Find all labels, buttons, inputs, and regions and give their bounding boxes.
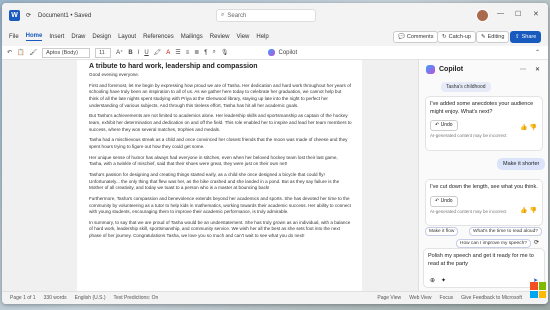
word-app-icon: W (9, 10, 20, 21)
paragraph: In summary, to say that we are proud of … (89, 219, 351, 239)
undo-button[interactable]: ↶ Undo (430, 195, 458, 207)
copilot-title: Copilot (439, 65, 464, 73)
comment-icon: 💬 (398, 34, 405, 40)
minimize-icon[interactable]: — (497, 10, 504, 17)
paragraph: But Tasha's achievements are not limited… (89, 113, 352, 132)
prompts-icon[interactable]: ✦ (441, 277, 446, 285)
bold-icon[interactable]: B (128, 50, 132, 56)
search-box[interactable]: ⌕ Search (216, 9, 316, 22)
share-button[interactable]: ⇪ Share (510, 31, 542, 43)
paragraph: Tasha's passion for designing and creati… (89, 171, 340, 191)
document-title[interactable]: Document1 • Saved (38, 13, 91, 19)
focus-button[interactable]: Focus (440, 295, 454, 301)
copilot-icon (268, 49, 276, 56)
title-bar: W ⟳ Document1 • Saved ⌕ Search — ☐ ✕ (2, 3, 548, 28)
refresh-icon[interactable]: ⟳ (534, 239, 539, 246)
feedback-button[interactable]: Give Feedback to Microsoft (461, 295, 522, 301)
format-painter-icon[interactable]: 🖌 (30, 49, 38, 56)
suggestion-read-aloud-time[interactable]: What's the time to read aloud? (469, 227, 542, 236)
paragraph: First and foremost, let me begin by expr… (89, 82, 351, 108)
copilot-pane: Copilot ⋯ ✕ Tasha's childhood I've added… (418, 60, 548, 291)
paragraph: Furthermore, Tasha's compassion and bene… (89, 195, 351, 215)
dictate-icon[interactable]: 🎙 (221, 49, 229, 56)
copilot-input[interactable]: Polish my speech and get it ready for me… (423, 248, 545, 288)
copilot-input-text: Polish my speech and get it ready for me… (428, 253, 534, 267)
copilot-message-card: I've added some anecdotes your audience … (425, 96, 543, 151)
microsoft-logo (530, 282, 546, 298)
find-icon[interactable]: ⌕ (212, 49, 215, 56)
tab-insert[interactable]: Insert (49, 34, 64, 40)
document-area: A tribute to hard work, leadership and c… (2, 60, 418, 291)
tab-layout[interactable]: Layout (118, 34, 136, 40)
user-message: Make it shorter (497, 158, 546, 170)
maximize-icon[interactable]: ☐ (515, 10, 521, 18)
comments-button[interactable]: 💬 Comments (393, 31, 439, 43)
word-count[interactable]: 330 words (44, 295, 67, 301)
catchup-button[interactable]: ↻ Catch-up (437, 31, 476, 43)
home-toolbar: ↶ 📋 🖌 Aptos (Body) 11 A⁺ B I U 🖍 A ☰ ≡ ≣… (2, 46, 548, 60)
attach-icon[interactable]: ⊕ (430, 277, 435, 285)
bullets-icon[interactable]: ☰ (175, 49, 180, 56)
status-bar: Page 1 of 1 330 words English (U.S.) Tex… (2, 291, 548, 304)
tab-home[interactable]: Home (25, 33, 43, 41)
tab-mailings[interactable]: Mailings (181, 34, 203, 40)
document-heading: A tribute to hard work, leadership and c… (89, 63, 258, 70)
italic-icon[interactable]: I (138, 50, 140, 56)
text-predictions[interactable]: Text Predictions: On (114, 295, 159, 301)
thumbs-icon[interactable]: 👍 👎 (520, 124, 537, 132)
web-view-button[interactable]: Web View (409, 295, 431, 301)
grow-font-icon[interactable]: A⁺ (116, 49, 123, 56)
more-icon[interactable]: ⋯ (520, 66, 526, 73)
share-icon: ⇪ (515, 34, 520, 40)
ribbon-tabs: File Home Insert Draw Design Layout Refe… (2, 28, 548, 46)
close-pane-icon[interactable]: ✕ (535, 66, 540, 73)
search-placeholder: Search (227, 12, 247, 19)
document-page[interactable]: A tribute to hard work, leadership and c… (77, 60, 362, 291)
tab-references[interactable]: References (143, 34, 174, 40)
ribbon-collapse-icon[interactable]: ⌃ (535, 49, 540, 56)
word-window: W ⟳ Document1 • Saved ⌕ Search — ☐ ✕ Fil… (2, 3, 548, 304)
language[interactable]: English (U.S.) (75, 295, 106, 301)
paragraph: Tasha had a mischievous streak as a chil… (89, 137, 348, 149)
copilot-message-card: I've cut down the length, see what you t… (425, 179, 543, 226)
pencil-icon: ✎ (481, 34, 486, 40)
copilot-icon (426, 64, 435, 74)
undo-icon[interactable]: ↶ (7, 49, 12, 56)
avatar[interactable] (476, 9, 489, 22)
close-icon[interactable]: ✕ (533, 10, 539, 18)
highlight-icon[interactable]: 🖍 (154, 49, 162, 56)
suggestion-make-it-flow[interactable]: Make it flow (425, 227, 459, 236)
page-view-button[interactable]: Page View (377, 295, 401, 301)
catchup-icon: ↻ (442, 34, 447, 40)
suggestion-improve-speech[interactable]: How can I improve my speech? (456, 239, 531, 248)
context-chip: Tasha's childhood (441, 82, 491, 92)
tab-file[interactable]: File (9, 34, 19, 40)
copilot-message: I've cut down the length, see what you t… (430, 184, 538, 190)
tab-design[interactable]: Design (92, 34, 111, 40)
copilot-message: I've added some anecdotes your audience … (430, 101, 534, 115)
undo-button[interactable]: ↶ Undo (430, 120, 458, 132)
styles-icon[interactable]: ¶ (204, 50, 207, 56)
thumbs-icon[interactable]: 👍 👎 (520, 207, 537, 215)
font-name-select[interactable]: Aptos (Body) (42, 47, 91, 58)
align-icon[interactable]: ≣ (194, 49, 199, 56)
editing-button[interactable]: ✎ Editing (476, 31, 510, 43)
tab-help[interactable]: Help (256, 34, 268, 40)
ai-disclaimer: AI-generated content may be incorrect (430, 133, 507, 139)
copilot-header: Copilot ⋯ ✕ (419, 60, 548, 78)
paragraph: Good evening everyone. (89, 72, 140, 77)
search-icon: ⌕ (221, 12, 225, 18)
tab-draw[interactable]: Draw (71, 34, 85, 40)
tab-review[interactable]: Review (210, 34, 230, 40)
clipboard-icon[interactable]: 📋 (17, 49, 24, 56)
page-count[interactable]: Page 1 of 1 (10, 295, 36, 301)
font-size-select[interactable]: 11 (95, 47, 112, 58)
paragraph: Her unique sense of humor has always had… (89, 154, 338, 167)
copilot-ribbon-button[interactable]: Copilot (268, 49, 297, 56)
tab-view[interactable]: View (236, 34, 249, 40)
underline-icon[interactable]: U (144, 50, 148, 56)
autosave-icon[interactable]: ⟳ (26, 12, 31, 19)
font-color-icon[interactable]: A (166, 50, 170, 56)
numbering-icon[interactable]: ≡ (186, 50, 190, 56)
